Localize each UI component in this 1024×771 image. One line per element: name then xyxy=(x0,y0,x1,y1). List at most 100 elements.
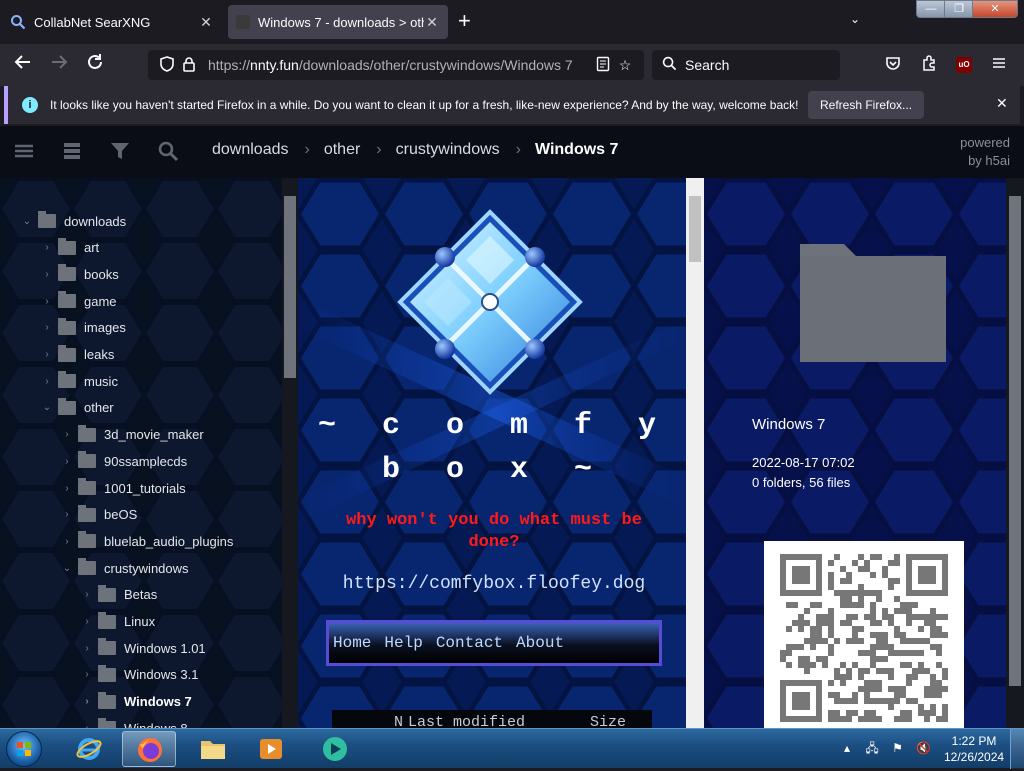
tree-item-windows-3-1[interactable]: › Windows 3.1 xyxy=(80,662,198,688)
extensions-button[interactable] xyxy=(916,53,942,77)
chevron-right-icon[interactable]: › xyxy=(60,483,74,494)
tree-item-other[interactable]: ⌄ other xyxy=(40,395,114,421)
chevron-right-icon[interactable]: › xyxy=(80,669,94,680)
chevron-right-icon[interactable]: › xyxy=(80,643,94,654)
tree-item-windows-1-01[interactable]: › Windows 1.01 xyxy=(80,635,206,661)
chevron-right-icon[interactable]: › xyxy=(40,242,54,253)
nav-help-link[interactable]: Help xyxy=(384,634,422,652)
tree-item-90ssamplecds[interactable]: › 90ssamplecds xyxy=(60,448,187,474)
tree-item-images[interactable]: › images xyxy=(40,315,126,341)
taskbar-internet-explorer[interactable] xyxy=(62,731,116,767)
system-tray: ▴ 🖧 ⚑ 🔇 xyxy=(844,739,931,760)
clock-time: 1:22 PM xyxy=(951,734,997,748)
refresh-firefox-button[interactable]: Refresh Firefox... xyxy=(808,91,925,119)
chevron-down-icon[interactable]: ⌄ xyxy=(40,402,54,413)
chevron-right-icon[interactable]: › xyxy=(80,589,94,600)
tab-windows-7[interactable]: Windows 7 - downloads > other > crustywi… xyxy=(228,5,448,39)
chevron-right-icon[interactable]: › xyxy=(60,456,74,467)
nav-about-link[interactable]: About xyxy=(516,634,564,652)
app-menu-button[interactable] xyxy=(986,53,1012,77)
minimize-button[interactable]: — xyxy=(916,0,946,18)
tree-item-betas[interactable]: › Betas xyxy=(80,582,157,608)
sidebar-toggle-icon[interactable] xyxy=(12,140,36,164)
list-all-tabs-button[interactable]: ⌄ xyxy=(850,12,860,26)
search-input[interactable]: Search xyxy=(652,50,840,80)
taskbar-app[interactable] xyxy=(308,731,362,767)
chevron-right-icon[interactable]: › xyxy=(40,269,54,280)
col-size-header[interactable]: Size xyxy=(590,714,626,728)
chevron-right-icon[interactable]: › xyxy=(40,296,54,307)
tree-item-downloads[interactable]: ⌄ downloads xyxy=(20,208,126,234)
view-mode-icon[interactable] xyxy=(60,140,84,164)
tree-item-linux[interactable]: › Linux xyxy=(80,609,155,635)
chevron-right-icon[interactable]: › xyxy=(60,509,74,520)
shield-icon[interactable] xyxy=(156,55,178,75)
tab-label: CollabNet SearXNG xyxy=(34,14,151,30)
tree-item-beos[interactable]: › beOS xyxy=(60,502,137,528)
taskbar-explorer[interactable] xyxy=(186,731,240,767)
tree-item-1001-tutorials[interactable]: › 1001_tutorials xyxy=(60,475,186,501)
crumb-windows-7[interactable]: Windows 7 xyxy=(535,141,618,159)
new-tab-button[interactable]: + xyxy=(458,10,471,32)
window-close-button[interactable]: ✕ xyxy=(972,0,1018,18)
tree-item-game[interactable]: › game xyxy=(40,288,117,314)
chevron-right-icon[interactable]: › xyxy=(60,429,74,440)
tab-collabnet-searxng[interactable]: CollabNet SearXNG ✕ xyxy=(2,5,222,39)
tree-item-leaks[interactable]: › leaks xyxy=(40,342,114,368)
crumb-crustywindows[interactable]: crustywindows xyxy=(396,141,500,159)
show-hidden-icons-icon[interactable]: ▴ xyxy=(844,741,850,755)
search-icon[interactable] xyxy=(156,140,180,164)
folder-icon xyxy=(800,244,946,362)
content-scroll-thumb[interactable] xyxy=(689,196,701,262)
ublock-origin-icon[interactable]: uO xyxy=(956,57,972,73)
filter-icon[interactable] xyxy=(108,140,132,164)
site-url-link[interactable]: https://comfybox.floofey.dog xyxy=(318,574,670,594)
action-center-flag-icon[interactable]: ⚑ xyxy=(892,741,903,755)
tree-item-bluelab-audio-plugins[interactable]: › bluelab_audio_plugins xyxy=(60,528,233,554)
nav-home-link[interactable]: Home xyxy=(333,634,371,652)
tree-item-art[interactable]: › art xyxy=(40,235,99,261)
tree-item-books[interactable]: › books xyxy=(40,261,119,287)
lock-icon[interactable] xyxy=(178,56,200,75)
volume-muted-icon[interactable]: 🔇 xyxy=(916,741,931,755)
reader-view-icon[interactable] xyxy=(592,56,614,75)
nav-contact-link[interactable]: Contact xyxy=(436,634,503,652)
tree-item-music[interactable]: › music xyxy=(40,368,118,394)
taskbar-media-player[interactable] xyxy=(244,731,298,767)
restore-button[interactable]: ❐ xyxy=(944,0,974,18)
col-last-modified-header[interactable]: Last modified xyxy=(408,714,525,728)
chevron-down-icon[interactable]: ⌄ xyxy=(60,563,74,574)
back-button[interactable] xyxy=(10,53,36,77)
tree-item-crustywindows[interactable]: ⌄ crustywindows xyxy=(60,555,189,581)
chevron-right-icon[interactable]: › xyxy=(40,349,54,360)
crumb-other[interactable]: other xyxy=(324,141,360,159)
close-icon[interactable]: ✕ xyxy=(996,95,1008,112)
url-bar[interactable]: https://nnty.fun/downloads/other/crustyw… xyxy=(148,50,644,80)
start-button[interactable] xyxy=(6,731,42,767)
powered-by-h5ai[interactable]: powered by h5ai xyxy=(960,134,1010,170)
chevron-right-icon[interactable]: › xyxy=(80,696,94,707)
chevron-down-icon[interactable]: ⌄ xyxy=(20,216,34,227)
chevron-right-icon[interactable]: › xyxy=(40,376,54,387)
chevron-right-icon[interactable]: › xyxy=(40,322,54,333)
bookmark-star-icon[interactable]: ☆ xyxy=(614,57,636,74)
tree-item-windows-8[interactable]: ›Windows 8 xyxy=(80,715,188,728)
network-icon[interactable]: 🖧 xyxy=(865,741,878,755)
show-desktop-button[interactable] xyxy=(1010,729,1024,769)
sidebar-scroll-thumb[interactable] xyxy=(284,196,296,378)
info-scroll-thumb[interactable] xyxy=(1009,196,1021,686)
taskbar-clock[interactable]: 1:22 PM 12/26/2024 xyxy=(944,733,1004,765)
crumb-downloads[interactable]: downloads xyxy=(212,141,289,159)
chevron-right-icon[interactable]: › xyxy=(60,536,74,547)
taskbar-firefox[interactable] xyxy=(122,731,176,767)
pocket-button[interactable] xyxy=(880,53,906,77)
col-name-header[interactable]: N xyxy=(394,714,403,728)
chevron-right-icon[interactable]: › xyxy=(80,616,94,627)
close-icon[interactable]: ✕ xyxy=(424,14,440,31)
tree-item-3d-movie-maker[interactable]: › 3d_movie_maker xyxy=(60,422,204,448)
url-text[interactable]: https://nnty.fun/downloads/other/crustyw… xyxy=(208,57,592,73)
reload-button[interactable] xyxy=(82,53,108,77)
close-icon[interactable]: ✕ xyxy=(198,14,214,31)
tree-item-windows-7[interactable]: › Windows 7 xyxy=(80,689,192,715)
forward-button[interactable] xyxy=(46,53,72,77)
